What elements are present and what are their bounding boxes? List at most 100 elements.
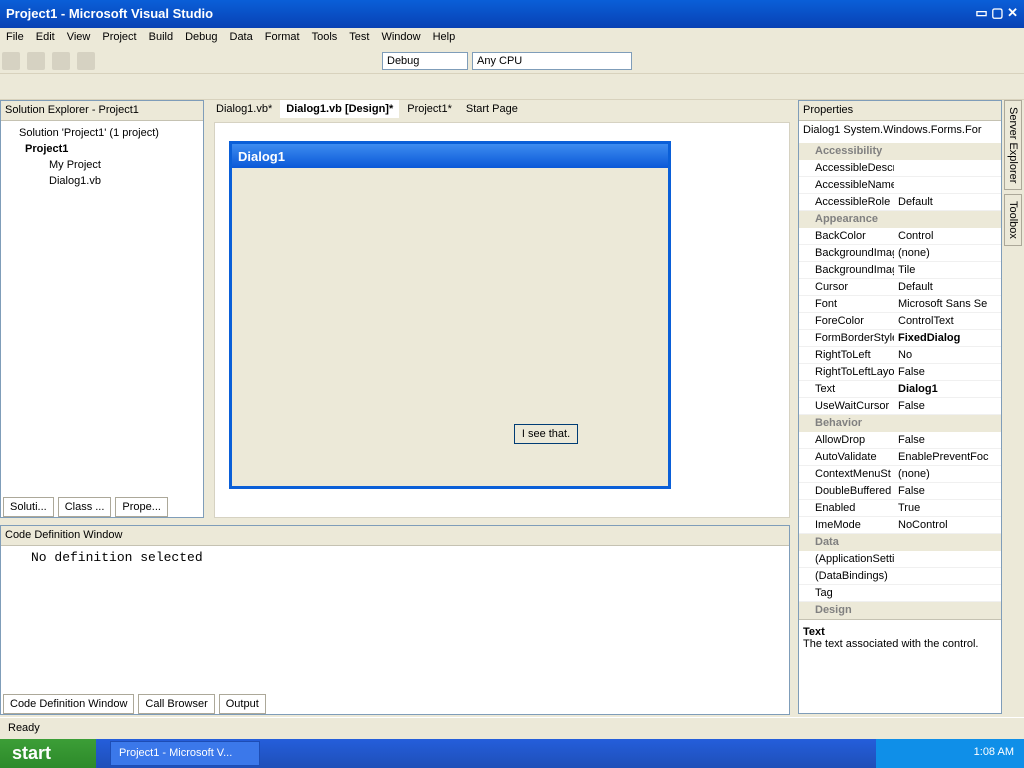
property-value[interactable]: Default: [894, 279, 1001, 295]
property-value[interactable]: [894, 160, 1001, 176]
menu-help[interactable]: Help: [427, 28, 462, 46]
solution-item[interactable]: Project1: [9, 141, 195, 157]
property-value[interactable]: No: [894, 347, 1001, 363]
save-all-icon[interactable]: [77, 52, 96, 70]
menu-debug[interactable]: Debug: [179, 28, 223, 46]
property-row[interactable]: ForeColor ControlText: [799, 313, 1001, 330]
menu-test[interactable]: Test: [343, 28, 375, 46]
property-value[interactable]: False: [894, 398, 1001, 414]
property-row[interactable]: (DataBindings): [799, 568, 1001, 585]
right-vertical-tab[interactable]: Server Explorer: [1004, 100, 1022, 191]
status-text: Ready: [8, 722, 40, 734]
taskbar: start Project1 - Microsoft V... 1:08 AM: [0, 739, 1024, 768]
property-value[interactable]: [894, 568, 1001, 584]
property-row[interactable]: BackColor Control: [799, 228, 1001, 245]
solution-item[interactable]: Solution 'Project1' (1 project): [9, 125, 195, 141]
menu-tools[interactable]: Tools: [306, 28, 344, 46]
property-value[interactable]: Dialog1: [894, 381, 1001, 397]
property-value[interactable]: Tile: [894, 262, 1001, 278]
solution-item[interactable]: Dialog1.vb: [9, 173, 195, 189]
property-row[interactable]: AllowDrop False: [799, 432, 1001, 449]
property-value[interactable]: Control: [894, 228, 1001, 244]
property-category[interactable]: Accessibility: [799, 143, 1001, 160]
taskbar-item-project1[interactable]: Project1 - Microsoft V...: [110, 741, 260, 766]
open-icon[interactable]: [27, 52, 46, 70]
property-value[interactable]: EnablePreventFoc: [894, 449, 1001, 465]
property-value[interactable]: False: [894, 483, 1001, 499]
property-row[interactable]: AccessibleName: [799, 177, 1001, 194]
property-row[interactable]: Cursor Default: [799, 279, 1001, 296]
property-category[interactable]: Appearance: [799, 211, 1001, 228]
menu-data[interactable]: Data: [224, 28, 259, 46]
property-row[interactable]: AutoValidate EnablePreventFoc: [799, 449, 1001, 466]
menu-format[interactable]: Format: [259, 28, 306, 46]
title-bar: Project1 - Microsoft Visual Studio ▭ ▢ ✕: [0, 0, 1024, 28]
menu-project[interactable]: Project: [96, 28, 142, 46]
menu-window[interactable]: Window: [375, 28, 426, 46]
property-row[interactable]: UseWaitCursor False: [799, 398, 1001, 415]
property-value[interactable]: False: [894, 364, 1001, 380]
property-row[interactable]: ImeMode NoControl: [799, 517, 1001, 534]
property-row[interactable]: AccessibleRole Default: [799, 194, 1001, 211]
platform-select[interactable]: Any CPU: [472, 52, 632, 70]
property-category[interactable]: Behavior: [799, 415, 1001, 432]
property-value[interactable]: False: [894, 432, 1001, 448]
left-tab[interactable]: Class ...: [57, 497, 112, 517]
new-project-icon[interactable]: [2, 52, 20, 70]
i-see-that-button[interactable]: I see that.: [514, 424, 578, 444]
left-tab[interactable]: Soluti...: [3, 497, 54, 517]
property-row[interactable]: RightToLeftLayo False: [799, 364, 1001, 381]
doc-tab[interactable]: Dialog1.vb*: [210, 100, 279, 118]
property-value[interactable]: NoControl: [894, 517, 1001, 533]
property-row[interactable]: Enabled True: [799, 500, 1001, 517]
right-vertical-tab[interactable]: Toolbox: [1004, 194, 1022, 247]
properties-object[interactable]: Dialog1 System.Windows.Forms.For: [799, 121, 1001, 143]
property-value[interactable]: [894, 177, 1001, 193]
property-name: AccessibleRole: [815, 196, 891, 208]
property-category[interactable]: Data: [799, 534, 1001, 551]
property-row[interactable]: FormBorderStyle FixedDialog: [799, 330, 1001, 347]
left-tab[interactable]: Prope...: [115, 497, 168, 517]
doc-tab[interactable]: Dialog1.vb [Design]*: [280, 100, 400, 118]
property-value[interactable]: True: [894, 500, 1001, 516]
menu-view[interactable]: View: [61, 28, 97, 46]
solution-item[interactable]: My Project: [9, 157, 195, 173]
property-row[interactable]: AccessibleDescri: [799, 160, 1001, 177]
property-row[interactable]: DoubleBuffered False: [799, 483, 1001, 500]
property-value[interactable]: ControlText: [894, 313, 1001, 329]
property-row[interactable]: RightToLeft No: [799, 347, 1001, 364]
code-definition-title: Code Definition Window: [1, 526, 789, 546]
property-row[interactable]: Text Dialog1: [799, 381, 1001, 398]
property-row[interactable]: Font Microsoft Sans Se: [799, 296, 1001, 313]
property-row[interactable]: ContextMenuSt (none): [799, 466, 1001, 483]
menu-build[interactable]: Build: [143, 28, 179, 46]
doc-tab[interactable]: Project1*: [401, 100, 458, 118]
menu-file[interactable]: File: [0, 28, 30, 46]
property-value[interactable]: FixedDialog: [894, 330, 1001, 346]
start-button[interactable]: start: [0, 739, 96, 768]
property-value[interactable]: (none): [894, 245, 1001, 261]
dialog-form[interactable]: Dialog1 I see that.: [229, 141, 671, 489]
property-value[interactable]: [894, 551, 1001, 567]
property-row[interactable]: (ApplicationSetti: [799, 551, 1001, 568]
config-select[interactable]: Debug: [382, 52, 468, 70]
property-value[interactable]: Default: [894, 194, 1001, 210]
property-category[interactable]: Design: [799, 602, 1001, 619]
bottom-tab[interactable]: Output: [218, 694, 266, 714]
property-value[interactable]: [894, 585, 1001, 601]
property-value[interactable]: (none): [894, 466, 1001, 482]
property-value[interactable]: Microsoft Sans Se: [894, 296, 1001, 312]
right-vertical-tabs: Server Explorer Toolbox: [1004, 100, 1024, 714]
save-icon[interactable]: [52, 52, 71, 70]
document-area: Dialog1.vb* Dialog1.vb [Design]* Project1*…: [210, 100, 790, 520]
bottom-tabs: Code Definition Window Call Browser Output: [1, 692, 789, 714]
window-controls[interactable]: ▭ ▢ ✕: [975, 5, 1018, 21]
bottom-tab[interactable]: Code Definition Window: [3, 694, 135, 714]
property-row[interactable]: Tag: [799, 585, 1001, 602]
designer-surface[interactable]: Dialog1 I see that.: [214, 122, 790, 518]
menu-edit[interactable]: Edit: [30, 28, 61, 46]
bottom-tab[interactable]: Call Browser: [138, 694, 215, 714]
property-row[interactable]: BackgroundImag (none): [799, 245, 1001, 262]
property-row[interactable]: BackgroundImag Tile: [799, 262, 1001, 279]
doc-tab[interactable]: Start Page: [459, 100, 524, 118]
